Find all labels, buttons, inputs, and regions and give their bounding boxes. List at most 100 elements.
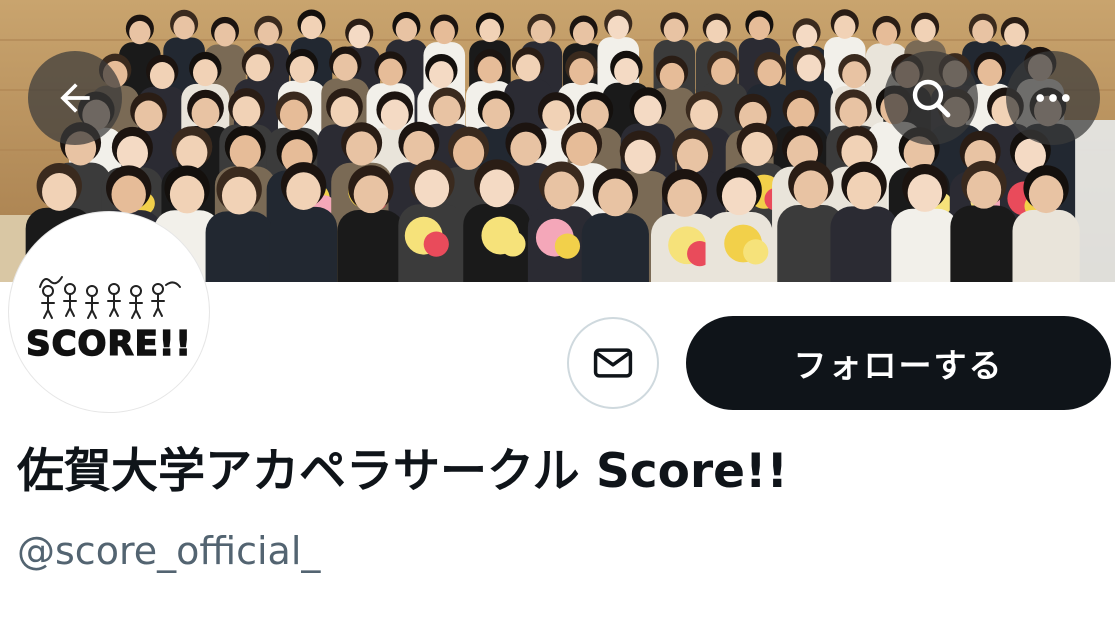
crowd-figure-shape xyxy=(269,206,338,282)
crowd-figure-shape xyxy=(757,59,783,87)
crowd-figure-shape xyxy=(544,171,579,210)
crowd-figure-shape xyxy=(205,211,273,282)
crowd-figure-shape xyxy=(116,135,148,171)
crowd-figure-shape xyxy=(676,138,709,173)
arrow-left-icon xyxy=(60,83,90,113)
crowd-figure-shape xyxy=(129,20,151,45)
crowd-figure-shape xyxy=(950,205,1018,282)
crowd-figure-shape xyxy=(690,99,719,130)
crowd-figure-shape xyxy=(348,24,370,49)
crowd-figure-shape xyxy=(743,239,769,265)
crowd-figure-shape xyxy=(510,131,542,166)
crowd-figure-shape xyxy=(378,58,403,86)
crowd-figure-shape xyxy=(741,131,773,167)
crowd-figure-shape xyxy=(500,231,526,257)
crowd-figure-shape xyxy=(482,98,511,130)
crowd-figure-shape xyxy=(667,179,702,217)
crowd-figure-shape xyxy=(1012,209,1080,282)
crowd-figure-shape xyxy=(191,97,220,129)
crowd-figure-shape xyxy=(891,208,959,282)
message-button[interactable] xyxy=(567,317,659,409)
crowd-figure-shape xyxy=(839,97,868,129)
follow-button[interactable]: フォローする xyxy=(686,316,1111,410)
crowd-figure-shape xyxy=(786,97,815,129)
crowd-figure-shape xyxy=(479,18,501,43)
crowd-figure-shape xyxy=(914,18,936,43)
profile-display-name: 佐賀大学アカペラサークル Score!! xyxy=(17,444,788,499)
crowd-figure-shape xyxy=(149,62,175,90)
crowd-figure-shape xyxy=(795,24,818,48)
crowd-figure-shape xyxy=(796,54,822,82)
crowd-figure-shape xyxy=(257,21,279,46)
envelope-icon xyxy=(593,348,633,378)
crowd-figure-shape xyxy=(1004,23,1026,47)
search-button[interactable] xyxy=(884,51,978,145)
crowd-figure-shape xyxy=(286,172,321,210)
crowd-figure-shape xyxy=(245,54,271,82)
crowd-figure-shape xyxy=(966,170,1002,209)
crowd-figure-shape xyxy=(569,58,594,86)
crowd-figure-shape xyxy=(176,135,208,170)
crowd-figure-shape xyxy=(633,95,662,127)
profile-screen: SCORE!! フォローする 佐賀大学アカペラサークル Score!! @sco… xyxy=(0,0,1115,626)
crowd-figure-shape xyxy=(429,61,454,89)
crowd-figure-shape xyxy=(169,175,205,214)
crowd-figure-shape xyxy=(624,139,656,174)
crowd-figure-shape xyxy=(830,206,898,282)
crowd-figure-shape xyxy=(566,131,598,166)
crowd-figure-shape xyxy=(432,95,461,127)
crowd-figure-shape xyxy=(607,15,629,40)
crowd-figure-shape xyxy=(721,177,757,216)
profile-handle: @score_official_ xyxy=(17,529,321,573)
crowd-figure-shape xyxy=(663,18,686,42)
crowd-figure-shape xyxy=(846,171,882,210)
crowd-figure-shape xyxy=(192,59,218,87)
crowd-figure-shape xyxy=(614,57,639,85)
crowd-figure-shape xyxy=(214,23,236,47)
back-button[interactable] xyxy=(28,51,122,145)
more-options-button[interactable] xyxy=(1006,51,1100,145)
crowd-figure-shape xyxy=(477,56,503,84)
crowd-figure-shape xyxy=(598,178,633,217)
crowd-figure-shape xyxy=(333,53,358,81)
crowd-figure-shape xyxy=(380,99,409,131)
crowd-figure-shape xyxy=(395,18,418,42)
crowd-figure-shape xyxy=(330,96,359,127)
crowd-figure-shape xyxy=(289,56,315,84)
crowd-figure-shape xyxy=(42,173,77,211)
crowd-figure-shape xyxy=(530,19,553,44)
crowd-figure-shape xyxy=(479,169,515,208)
crowd-figure-shape xyxy=(453,135,485,170)
crowd-figure-shape xyxy=(229,135,261,170)
score-logo-image: SCORE!! xyxy=(12,215,206,409)
crowd-figure-shape xyxy=(414,169,450,208)
crowd-figure-shape xyxy=(221,176,257,215)
crowd-figure-shape xyxy=(581,213,649,282)
search-icon xyxy=(912,79,951,118)
avatar-logo-text: SCORE!! xyxy=(26,324,192,364)
crowd-figure-shape xyxy=(659,62,685,90)
crowd-figure-shape xyxy=(793,170,829,209)
crowd-figure-shape xyxy=(554,233,581,259)
crowd-figure-shape xyxy=(346,131,378,166)
crowd-figure-shape xyxy=(1028,175,1064,214)
crowd-figure-shape xyxy=(232,96,261,127)
crowd-figure-shape xyxy=(977,59,1003,87)
crowd-figure-shape xyxy=(173,16,195,40)
crowd-figure-shape xyxy=(907,174,943,212)
crowd-figure-shape xyxy=(842,61,867,89)
avatar[interactable]: SCORE!! xyxy=(9,212,209,412)
crowd-figure-shape xyxy=(515,54,541,82)
crowd-figure-shape xyxy=(542,100,571,131)
crowd-figure-shape xyxy=(834,15,856,39)
crowd-figure-shape xyxy=(337,210,405,282)
more-horizontal-icon xyxy=(1036,94,1070,102)
crowd-figure-shape xyxy=(279,99,308,131)
follow-button-label: フォローする xyxy=(793,346,1004,385)
crowd-figure-shape xyxy=(423,231,449,257)
crowd-figure-shape xyxy=(353,175,389,214)
crowd-figure-shape xyxy=(748,16,771,40)
crowd-figure-shape xyxy=(972,19,994,44)
crowd-figure-shape xyxy=(111,175,146,214)
crowd-figure-shape xyxy=(875,22,898,46)
